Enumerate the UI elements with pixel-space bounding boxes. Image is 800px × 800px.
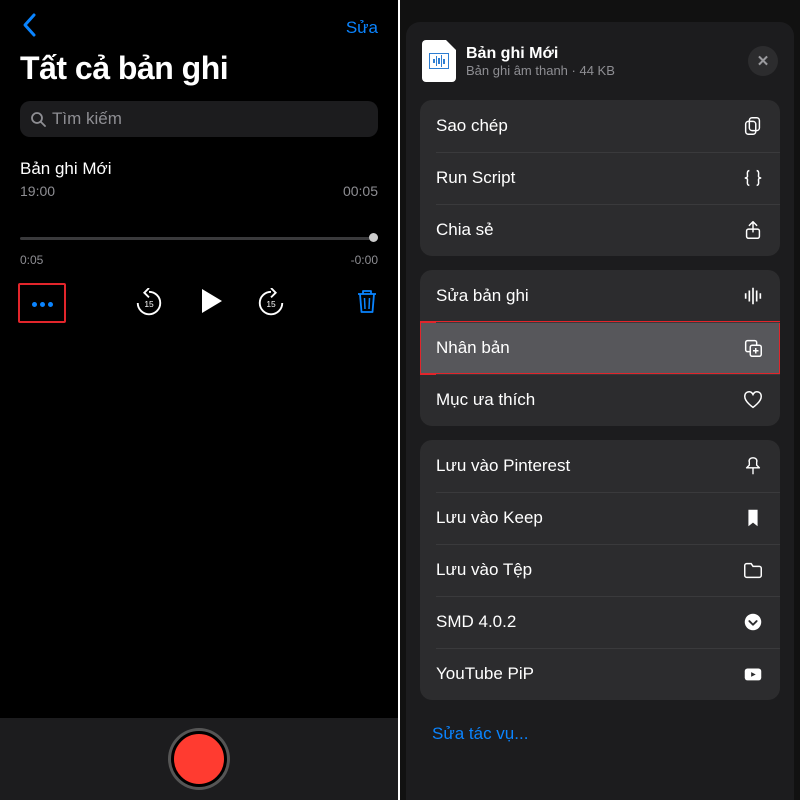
playback-scrubber[interactable] [20, 233, 378, 243]
elapsed-time: 0:05 [20, 253, 43, 267]
close-icon: ✕ [757, 52, 770, 70]
svg-text:15: 15 [144, 299, 154, 309]
action-smd[interactable]: SMD 4.0.2 [420, 596, 780, 648]
navbar: Sửa [20, 10, 378, 46]
edit-actions-link[interactable]: Sửa tác vụ... [406, 714, 794, 754]
skip-back-15-button[interactable]: 15 [134, 288, 164, 318]
waveform-icon [742, 285, 764, 307]
search-input[interactable]: Tìm kiếm [20, 101, 378, 137]
action-copy[interactable]: Sao chép [420, 100, 780, 152]
pin-icon [742, 455, 764, 477]
action-share[interactable]: Chia sẻ [420, 204, 780, 256]
recording-name: Bản ghi Mới [20, 159, 378, 179]
share-sheet: Bản ghi Mới Bản ghi âm thanh · 44 KB ✕ S… [406, 22, 794, 800]
sheet-title: Bản ghi Mới [466, 45, 615, 63]
play-button[interactable] [194, 285, 226, 322]
action-favorite[interactable]: Mục ưa thích [420, 374, 780, 426]
action-save-pinterest[interactable]: Lưu vào Pinterest [420, 440, 780, 492]
folder-icon [742, 559, 764, 581]
share-icon [742, 219, 764, 241]
action-group-3: Lưu vào Pinterest Lưu vào Keep Lưu vào T… [420, 440, 780, 700]
search-icon [30, 111, 46, 127]
svg-text:15: 15 [266, 299, 276, 309]
back-button[interactable] [20, 12, 38, 45]
action-group-2: Sửa bản ghi Nhân bản Mục ưa thích [420, 270, 780, 426]
action-run-script[interactable]: Run Script [420, 152, 780, 204]
record-bar [0, 718, 398, 800]
recording-duration: 00:05 [343, 183, 378, 199]
file-icon [422, 40, 456, 82]
bookmark-icon [742, 507, 764, 529]
edit-button[interactable]: Sửa [346, 18, 378, 38]
duplicate-icon [742, 337, 764, 359]
youtube-icon [742, 663, 764, 685]
recording-time: 19:00 [20, 183, 55, 199]
action-edit-recording[interactable]: Sửa bản ghi [420, 270, 780, 322]
circle-down-icon [742, 611, 764, 633]
voice-memos-screen: Sửa Tất cả bản ghi Tìm kiếm Bản ghi Mới … [0, 0, 400, 800]
search-placeholder: Tìm kiếm [52, 109, 122, 129]
more-options-button[interactable] [18, 283, 66, 323]
action-save-keep[interactable]: Lưu vào Keep [420, 492, 780, 544]
copy-icon [742, 115, 764, 137]
action-youtube-pip[interactable]: YouTube PiP [420, 648, 780, 700]
close-button[interactable]: ✕ [748, 46, 778, 76]
action-group-1: Sao chép Run Script Chia sẻ [420, 100, 780, 256]
share-sheet-screen: Bản ghi Mới Bản ghi âm thanh · 44 KB ✕ S… [400, 0, 800, 800]
record-button[interactable] [171, 731, 227, 787]
page-title: Tất cả bản ghi [20, 50, 378, 87]
sheet-subtitle: Bản ghi âm thanh · 44 KB [466, 63, 615, 78]
recording-item[interactable]: Bản ghi Mới 19:00 00:05 [0, 137, 398, 209]
delete-button[interactable] [354, 287, 380, 320]
braces-icon [742, 167, 764, 189]
ellipsis-icon [30, 294, 54, 312]
remaining-time: -0:00 [351, 253, 378, 267]
scrubber-thumb[interactable] [369, 233, 378, 242]
action-duplicate[interactable]: Nhân bản [420, 322, 780, 374]
action-save-files[interactable]: Lưu vào Tệp [420, 544, 780, 596]
heart-icon [742, 389, 764, 411]
skip-forward-15-button[interactable]: 15 [256, 288, 286, 318]
